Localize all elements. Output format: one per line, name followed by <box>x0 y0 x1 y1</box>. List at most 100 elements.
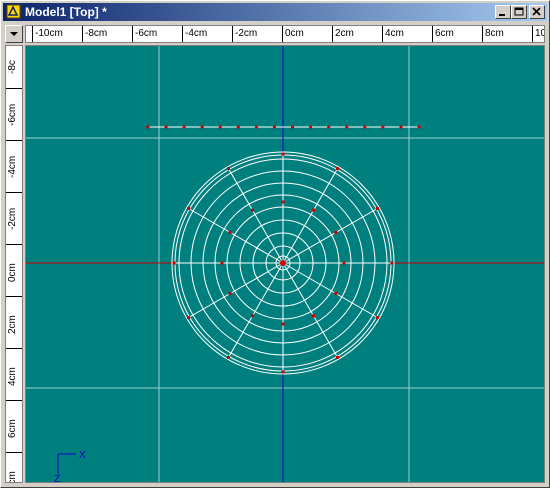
view-menu-button[interactable] <box>5 25 23 43</box>
vertex-marker <box>327 125 331 129</box>
ruler-tick <box>6 296 22 297</box>
ruler-tick <box>6 400 22 401</box>
ruler-label: 4cm <box>385 28 404 39</box>
ruler-tick <box>382 26 383 42</box>
ruler-tick <box>332 26 333 42</box>
vertex-marker <box>228 230 232 234</box>
disc-spoke <box>228 262 284 358</box>
ruler-label: 4cm <box>7 367 18 386</box>
ruler-tick <box>232 26 233 42</box>
vertex-marker <box>375 316 379 319</box>
disc-spoke <box>282 262 338 358</box>
ruler-label: -8cm <box>85 28 108 39</box>
disc-spoke <box>188 208 284 264</box>
ruler-label: -6cm <box>7 103 18 126</box>
vertex-marker <box>390 261 394 265</box>
ruler-tick <box>482 26 483 42</box>
ruler-tick <box>6 88 22 89</box>
maximize-button[interactable] <box>511 5 527 19</box>
ruler-label: 0cm <box>285 28 304 39</box>
vertex-marker <box>281 370 285 374</box>
ruler-label: 8cm <box>7 471 18 483</box>
minimize-button[interactable] <box>495 5 511 19</box>
window-title: Model1 [Top] * <box>25 5 107 19</box>
vertex-marker <box>312 208 316 212</box>
ruler-label: 6cm <box>7 419 18 438</box>
vertex-marker <box>250 314 254 318</box>
center-vertex <box>280 260 286 266</box>
ruler-label: -4cm <box>7 155 18 178</box>
vertical-ruler[interactable]: -8c -6cm -4cm -2cm 0cm 2cm 4cm 6cm 8cm <box>5 45 23 483</box>
ruler-label: -2cm <box>235 28 258 39</box>
disc-spoke <box>282 208 378 264</box>
vertex-marker <box>254 125 258 129</box>
vertex-marker <box>218 125 222 129</box>
vertex-marker <box>228 292 232 296</box>
ruler-label: 6cm <box>435 28 454 39</box>
horizontal-ruler[interactable]: -10cm -8cm -6cm -4cm -2cm 0cm 2cm 4cm 6cm 8cm 10 <box>25 25 545 43</box>
app-icon[interactable] <box>6 4 21 19</box>
ruler-tick <box>282 26 283 42</box>
vertex-marker <box>220 261 224 265</box>
top-viewport[interactable]: XZ <box>25 45 545 483</box>
ruler-tick <box>532 26 533 42</box>
ruler-label: 8cm <box>485 28 504 39</box>
ruler-label: 10 <box>535 28 544 39</box>
ruler-label: 2cm <box>7 315 18 334</box>
vertex-marker <box>363 125 367 129</box>
ruler-tick <box>6 452 22 453</box>
vertex-marker <box>250 208 254 212</box>
vertex-marker <box>375 207 379 210</box>
vertex-marker <box>272 125 276 129</box>
ruler-label: -6cm <box>135 28 158 39</box>
vertex-marker <box>172 261 176 265</box>
ruler-label: -2cm <box>7 207 18 230</box>
vertex-marker <box>227 167 230 171</box>
ruler-label: -4cm <box>185 28 208 39</box>
ruler-tick <box>432 26 433 42</box>
title-bar[interactable]: Model1 [Top] * <box>3 3 547 21</box>
vertex-marker <box>236 125 240 129</box>
ruler-tick <box>82 26 83 42</box>
vertex-marker <box>187 316 191 319</box>
close-button[interactable] <box>529 5 545 19</box>
disc-spoke <box>282 262 378 318</box>
axis-indicator-z-label: Z <box>54 474 60 482</box>
vertex-marker <box>336 167 339 171</box>
ruler-tick <box>6 140 22 141</box>
disc-spoke <box>228 168 284 264</box>
ruler-label: 2cm <box>335 28 354 39</box>
vertex-marker <box>334 292 338 296</box>
vertex-marker <box>146 125 150 129</box>
vertex-marker <box>291 125 295 129</box>
ruler-label: 0cm <box>7 263 18 282</box>
ruler-tick <box>132 26 133 42</box>
viewport-canvas[interactable]: XZ <box>26 46 544 482</box>
vertex-marker <box>334 230 338 234</box>
vertex-marker <box>281 322 285 326</box>
ruler-label: -10cm <box>35 28 63 39</box>
vertex-marker <box>164 125 168 129</box>
minimize-icon <box>499 14 505 16</box>
close-icon <box>532 7 541 16</box>
vertex-marker <box>417 125 421 129</box>
ruler-tick <box>6 348 22 349</box>
vertex-marker <box>227 355 230 359</box>
vertex-marker <box>381 125 385 129</box>
vertex-marker <box>182 125 186 129</box>
vertex-marker <box>200 125 204 129</box>
chevron-down-icon <box>10 32 18 36</box>
disc-spoke <box>188 262 284 318</box>
vertex-marker <box>281 152 285 156</box>
model-window: Model1 [Top] * -10cm -8cm -6cm -4cm -2cm 0cm 2… <box>0 0 550 488</box>
vertex-marker <box>312 314 316 318</box>
vertex-marker <box>309 125 313 129</box>
vertex-marker <box>342 261 346 265</box>
ruler-label: -8c <box>7 60 18 74</box>
disc-spoke <box>282 168 338 264</box>
vertex-marker <box>336 355 339 359</box>
ruler-tick <box>32 26 33 42</box>
vertex-marker <box>281 200 285 204</box>
ruler-tick <box>6 192 22 193</box>
axis-indicator-x-label: X <box>79 450 86 461</box>
